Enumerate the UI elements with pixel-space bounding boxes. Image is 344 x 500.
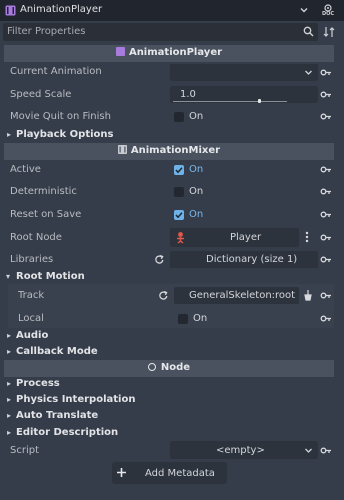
deterministic-value: On (189, 186, 204, 197)
node-circle-icon (147, 363, 156, 371)
speed-scale-value: 1.0 (180, 89, 196, 100)
current-animation-select[interactable] (170, 64, 318, 81)
movie-quit-label: Movie Quit on Finish (10, 111, 111, 122)
group-audio[interactable]: Audio (16, 330, 48, 341)
speed-scale-slider-handle[interactable] (258, 99, 261, 103)
reset-on-save-label: Reset on Save (10, 209, 82, 220)
plus-icon (116, 467, 127, 478)
deterministic-label: Deterministic (10, 186, 77, 197)
key-icon[interactable] (320, 209, 332, 220)
deterministic-checkbox[interactable] (174, 187, 184, 197)
filter-placeholder: Filter Properties (7, 26, 86, 37)
expand-arrow-icon[interactable]: ▸ (7, 379, 11, 388)
filter-options-icon[interactable] (323, 26, 336, 38)
movie-quit-value: On (189, 111, 204, 122)
reload-icon[interactable] (158, 290, 169, 301)
chevron-down-icon (304, 68, 313, 77)
reset-on-save-checkbox[interactable] (174, 210, 184, 220)
track-value: GeneralSkeleton:root (189, 290, 296, 301)
search-icon (303, 26, 314, 37)
root-node-label: Root Node (10, 232, 62, 243)
skeleton-node-icon (174, 231, 187, 244)
section-title-animation-mixer: AnimationMixer (130, 145, 221, 156)
group-auto-translate[interactable]: Auto Translate (16, 410, 98, 421)
reload-icon[interactable] (154, 254, 165, 265)
group-process[interactable]: Process (16, 378, 60, 389)
key-icon[interactable] (320, 313, 332, 324)
active-value: On (189, 164, 204, 175)
group-callback-mode[interactable]: Callback Mode (16, 346, 98, 357)
key-icon[interactable] (320, 164, 332, 175)
track-label: Track (18, 290, 45, 301)
libraries-value: Dictionary (size 1) (206, 254, 298, 265)
key-icon[interactable] (320, 290, 332, 301)
clear-track-icon[interactable] (303, 289, 313, 301)
expand-arrow-icon[interactable]: ▸ (7, 428, 11, 437)
inspector-title: AnimationPlayer (20, 4, 103, 15)
key-icon[interactable] (320, 89, 332, 100)
key-icon[interactable] (320, 186, 332, 197)
more-options-icon[interactable] (304, 231, 310, 243)
local-value: On (193, 313, 208, 324)
key-icon[interactable] (320, 111, 332, 122)
expand-arrow-icon[interactable]: ▸ (7, 130, 11, 139)
expand-arrow-icon[interactable]: ▸ (7, 347, 11, 356)
key-icon[interactable] (320, 445, 332, 456)
local-checkbox[interactable] (178, 314, 188, 324)
chevron-down-icon (304, 446, 313, 455)
key-icon[interactable] (320, 254, 332, 265)
script-label: Script (10, 445, 40, 456)
active-label: Active (10, 164, 41, 175)
group-root-motion[interactable]: Root Motion (16, 271, 85, 282)
doc-label: DOC (321, 11, 335, 17)
animation-player-icon (5, 5, 16, 16)
doc-icon[interactable]: DOC (318, 3, 338, 19)
section-title-node: Node (160, 362, 191, 373)
root-node-value: Player (230, 232, 262, 243)
animation-mixer-icon (117, 145, 127, 157)
key-icon[interactable] (320, 67, 332, 78)
section-node: Node (4, 360, 334, 377)
section-title-animation-player: AnimationPlayer (128, 47, 223, 58)
local-label: Local (18, 313, 44, 324)
movie-quit-checkbox[interactable] (174, 112, 184, 122)
object-history-chevron-icon[interactable] (299, 5, 309, 15)
group-playback-options[interactable]: Playback Options (16, 129, 114, 140)
expand-arrow-icon[interactable]: ▸ (7, 411, 11, 420)
speed-scale-slider-track[interactable] (173, 101, 287, 102)
speed-scale-label: Speed Scale (10, 89, 72, 100)
expand-arrow-icon[interactable]: ▸ (7, 331, 11, 340)
active-checkbox[interactable] (174, 165, 184, 175)
current-animation-label: Current Animation (10, 66, 102, 77)
expand-arrow-icon[interactable]: ▸ (7, 395, 11, 404)
collapse-arrow-icon[interactable]: ▾ (6, 272, 10, 281)
section-animation-mixer: AnimationMixer (4, 143, 334, 160)
group-editor-description[interactable]: Editor Description (16, 427, 118, 438)
script-value: <empty> (216, 445, 265, 456)
key-icon[interactable] (320, 232, 332, 243)
group-physics-interpolation[interactable]: Physics Interpolation (16, 394, 135, 405)
animation-player-section-icon (115, 47, 125, 56)
add-metadata-label: Add Metadata (145, 468, 215, 479)
libraries-label: Libraries (10, 254, 54, 265)
reset-on-save-value: On (189, 209, 204, 220)
section-animation-player: AnimationPlayer (4, 45, 334, 62)
